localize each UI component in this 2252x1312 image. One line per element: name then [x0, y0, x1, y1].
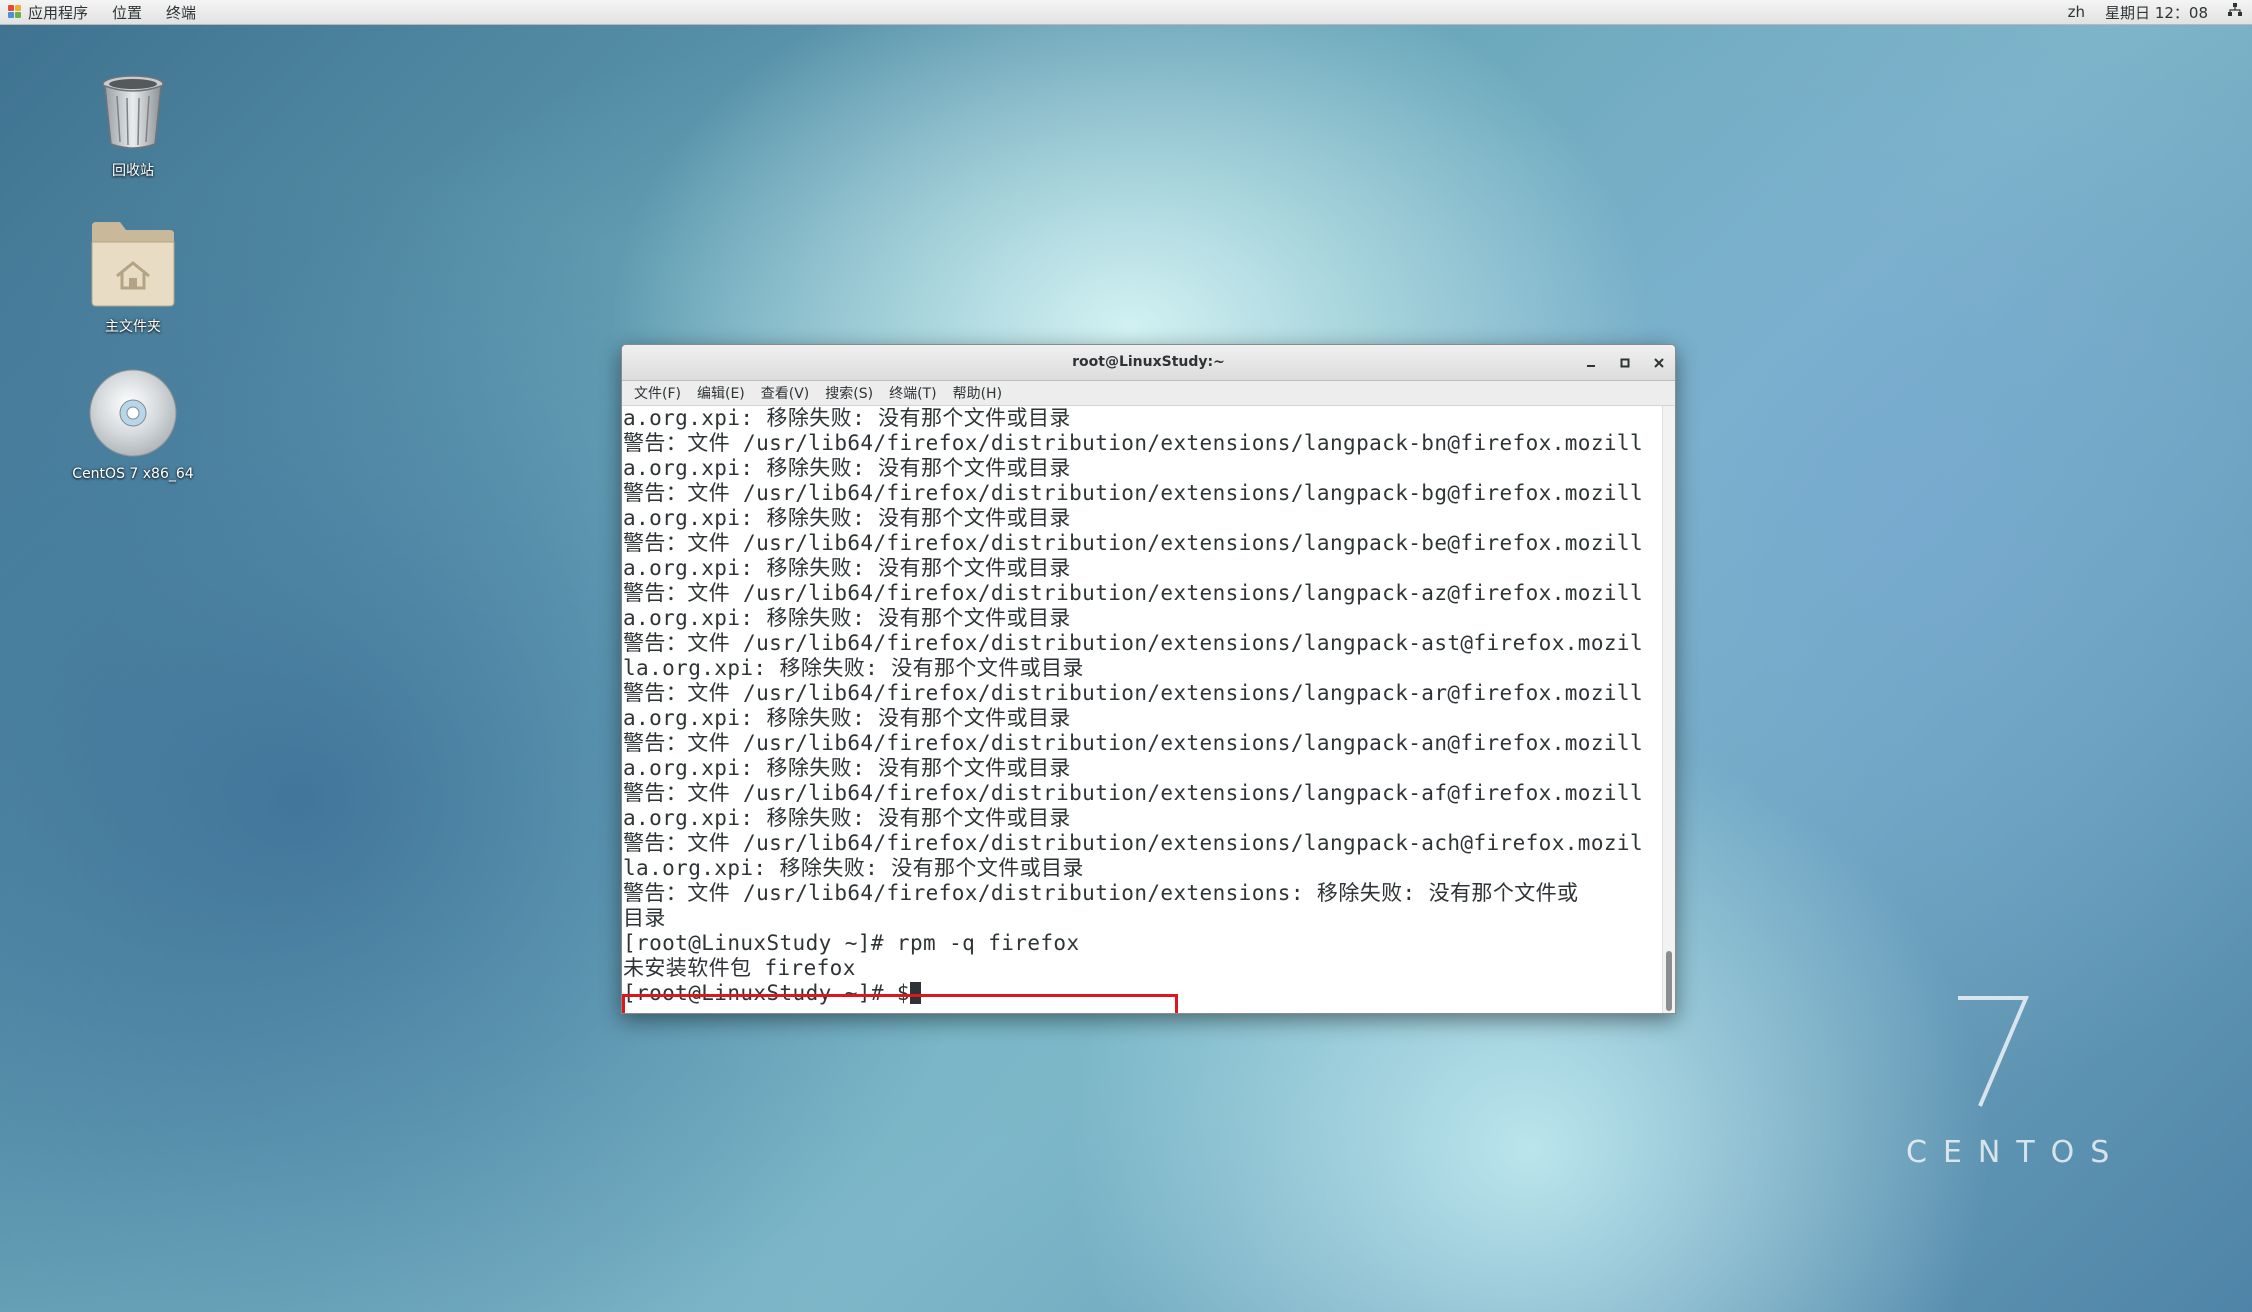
- clock[interactable]: 星期日 12：08: [2095, 2, 2218, 23]
- dvd-desktop-icon[interactable]: CentOS 7 x86_64: [63, 368, 203, 482]
- terminal-line: a.org.xpi: 移除失败: 没有那个文件或目录: [623, 406, 1071, 430]
- centos-wordmark: CENTOS: [1906, 1135, 2126, 1170]
- terminal-line: 警告：文件 /usr/lib64/firefox/distribution/ex…: [623, 831, 1644, 855]
- terminal-line: a.org.xpi: 移除失败: 没有那个文件或目录: [623, 456, 1071, 480]
- menu-view[interactable]: 查看(V): [753, 383, 818, 403]
- terminal-line: a.org.xpi: 移除失败: 没有那个文件或目录: [623, 806, 1071, 830]
- top-panel: 应用程序 位置 终端 zh 星期日 12：08: [0, 0, 2252, 25]
- close-button[interactable]: [1647, 351, 1671, 375]
- network-menu[interactable]: [2218, 3, 2252, 21]
- menu-terminal[interactable]: 终端(T): [881, 383, 944, 403]
- trash-desktop-icon[interactable]: 回收站: [63, 72, 203, 180]
- desktop[interactable]: 应用程序 位置 终端 zh 星期日 12：08 回收站 主文件夹 CentOS …: [0, 0, 2252, 1312]
- window-titlebar[interactable]: root@LinuxStudy:~: [622, 345, 1675, 381]
- applications-label: 应用程序: [28, 3, 89, 22]
- home-folder-icon: [91, 222, 175, 307]
- terminal-line: 警告：文件 /usr/lib64/firefox/distribution/ex…: [623, 731, 1644, 755]
- terminal-line: a.org.xpi: 移除失败: 没有那个文件或目录: [623, 606, 1071, 630]
- network-icon: [2228, 3, 2242, 16]
- command-line: [root@LinuxStudy ~]# rpm -q firefox: [623, 931, 1080, 955]
- minimize-icon: [1587, 365, 1595, 367]
- terminal-line: 警告：文件 /usr/lib64/firefox/distribution/ex…: [623, 631, 1644, 655]
- menu-file[interactable]: 文件(F): [626, 383, 689, 403]
- home-folder-desktop-icon[interactable]: 主文件夹: [63, 220, 203, 336]
- terminal-app-menu[interactable]: 终端: [154, 0, 208, 24]
- maximize-button[interactable]: [1613, 351, 1637, 375]
- terminal-line: 警告：文件 /usr/lib64/firefox/distribution/ex…: [623, 581, 1644, 605]
- menu-search[interactable]: 搜索(S): [817, 383, 881, 403]
- window-menubar: 文件(F) 编辑(E) 查看(V) 搜索(S) 终端(T) 帮助(H): [622, 381, 1675, 406]
- applications-menu[interactable]: 应用程序: [0, 0, 100, 24]
- terminal-line: 警告：文件 /usr/lib64/firefox/distribution/ex…: [623, 681, 1644, 705]
- trash-icon: [102, 75, 164, 149]
- scrollbar-thumb[interactable]: [1666, 951, 1672, 1011]
- terminal-window[interactable]: root@LinuxStudy:~ 文件(F) 编辑(E) 查看(V) 搜索(S…: [621, 344, 1676, 1014]
- menu-edit[interactable]: 编辑(E): [689, 383, 753, 403]
- optical-disc-icon: [89, 369, 177, 457]
- terminal-line: a.org.xpi: 移除失败: 没有那个文件或目录: [623, 506, 1071, 530]
- terminal-line: la.org.xpi: 移除失败: 没有那个文件或目录: [623, 656, 1084, 680]
- terminal-line: 警告：文件 /usr/lib64/firefox/distribution/ex…: [623, 781, 1644, 805]
- trash-label: 回收站: [112, 163, 154, 179]
- language-indicator[interactable]: zh: [2058, 3, 2095, 21]
- maximize-icon: [1620, 358, 1630, 368]
- terminal-line: la.org.xpi: 移除失败: 没有那个文件或目录: [623, 856, 1084, 880]
- applications-icon: [8, 5, 22, 19]
- terminal-line: 警告：文件 /usr/lib64/firefox/distribution/ex…: [623, 481, 1644, 505]
- terminal-line: 警告：文件 /usr/lib64/firefox/distribution/ex…: [623, 531, 1644, 555]
- command-result-line: 未安装软件包 firefox: [623, 956, 856, 980]
- terminal-line: a.org.xpi: 移除失败: 没有那个文件或目录: [623, 756, 1071, 780]
- centos-7-watermark: [1958, 996, 2030, 1107]
- close-icon: [1654, 358, 1664, 368]
- terminal-output[interactable]: a.org.xpi: 移除失败: 没有那个文件或目录 警告：文件 /usr/li…: [622, 406, 1675, 1013]
- terminal-line: 目录: [623, 906, 666, 930]
- terminal-line: a.org.xpi: 移除失败: 没有那个文件或目录: [623, 556, 1071, 580]
- window-title: root@LinuxStudy:~: [1072, 354, 1225, 370]
- menu-help[interactable]: 帮助(H): [945, 383, 1010, 403]
- terminal-line: 警告：文件 /usr/lib64/firefox/distribution/ex…: [623, 431, 1644, 455]
- dvd-label: CentOS 7 x86_64: [72, 466, 194, 482]
- terminal-text: a.org.xpi: 移除失败: 没有那个文件或目录 警告：文件 /usr/li…: [623, 406, 1663, 1006]
- terminal-line: 警告：文件 /usr/lib64/firefox/distribution/ex…: [623, 881, 1579, 905]
- terminal-line: a.org.xpi: 移除失败: 没有那个文件或目录: [623, 706, 1071, 730]
- scrollbar[interactable]: [1662, 406, 1675, 1013]
- highlight-annotation-box: [622, 994, 1178, 1013]
- places-menu[interactable]: 位置: [100, 0, 154, 24]
- minimize-button[interactable]: [1579, 351, 1603, 375]
- home-folder-label: 主文件夹: [105, 319, 161, 335]
